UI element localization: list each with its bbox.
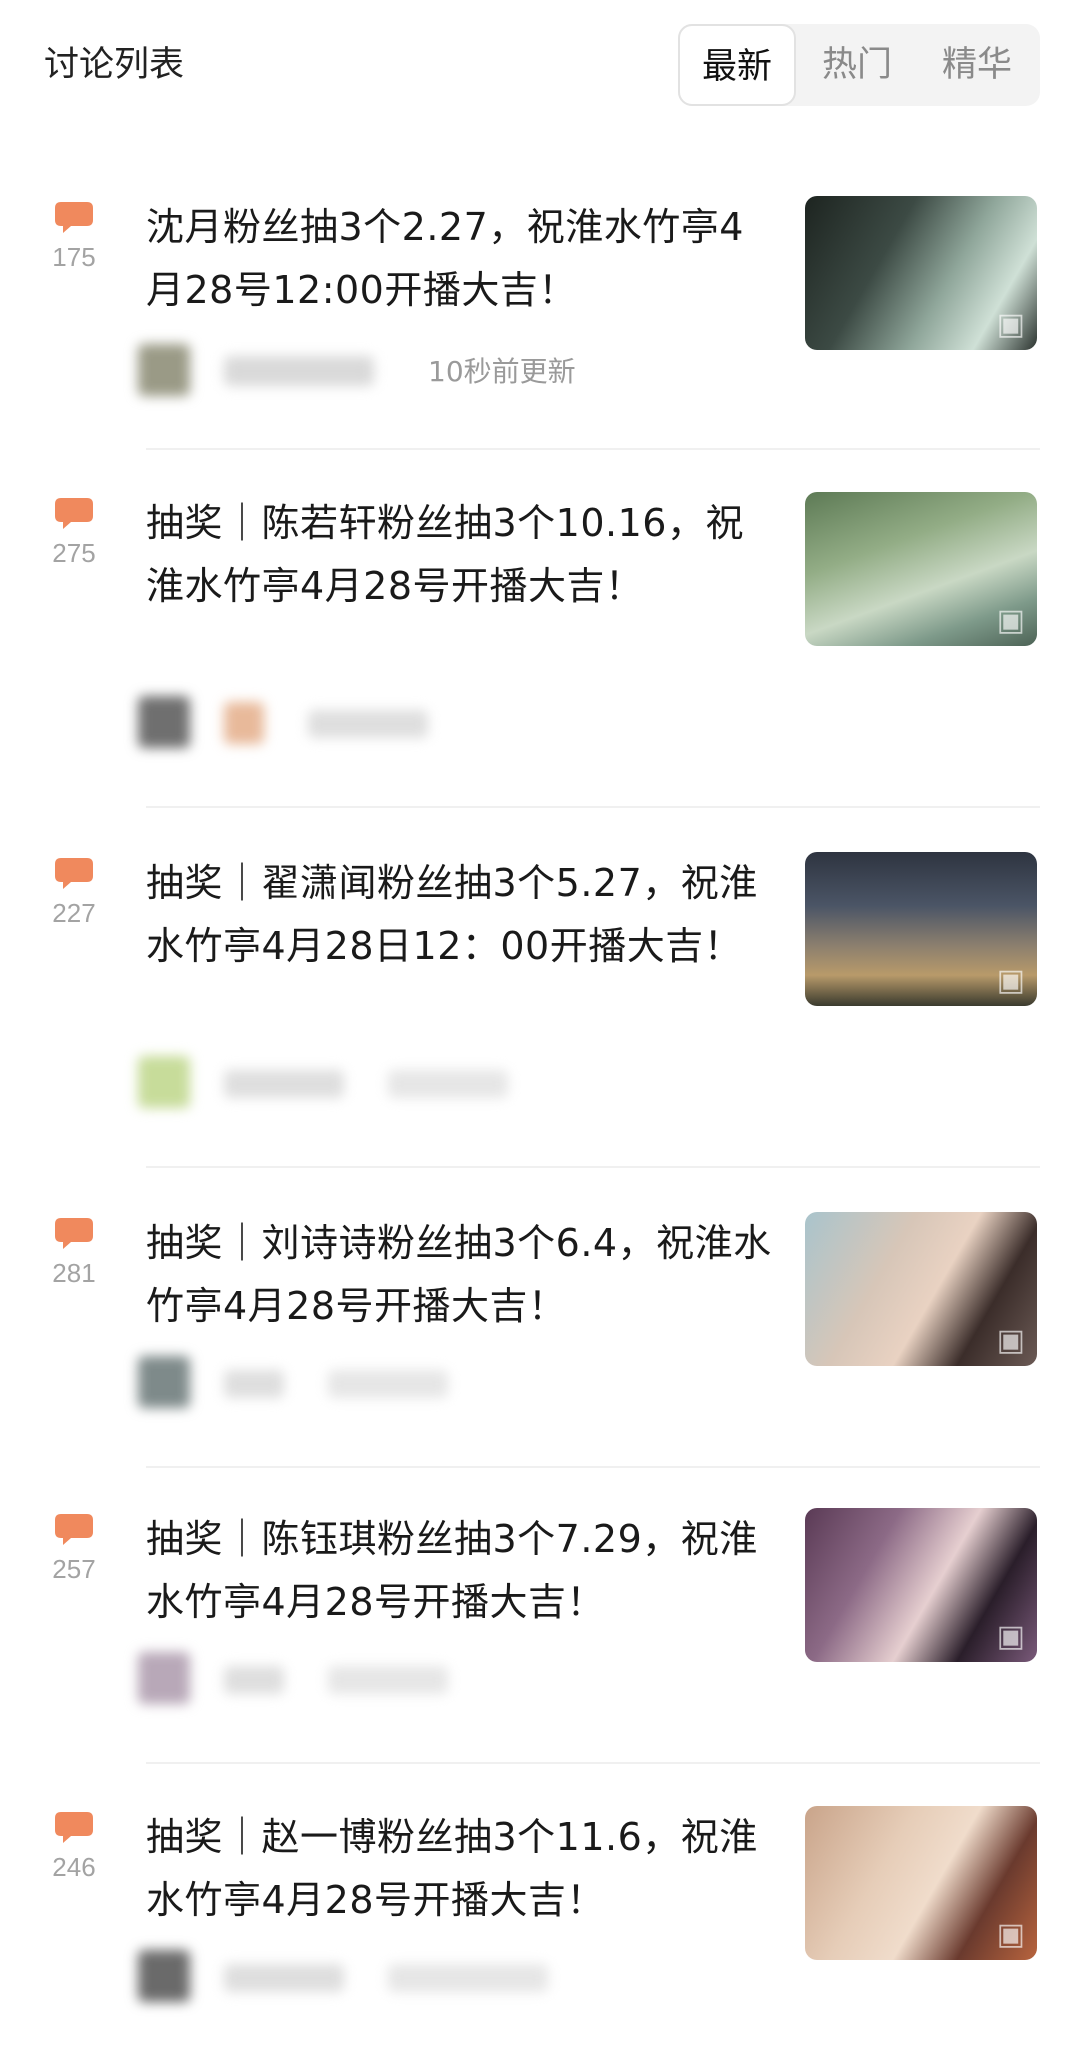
post-thumbnail[interactable]: ▣ [805, 1806, 1037, 1960]
comment-bubble-icon [55, 1218, 93, 1249]
post-meta: 10秒前更新 [138, 340, 738, 404]
avatar [138, 344, 190, 396]
divider [146, 806, 1040, 808]
post-title[interactable]: 沈月粉丝抽3个2.27，祝淮水竹亭4月28号12:00开播大吉！ [146, 196, 776, 322]
username-blurred [224, 1666, 284, 1694]
post-thumbnail[interactable]: ▣ [805, 1212, 1037, 1366]
comment-bubble-icon [55, 1514, 93, 1545]
tab-latest[interactable]: 最新 [678, 24, 796, 106]
comment-count: 227 [44, 858, 104, 929]
username-blurred [224, 1070, 344, 1098]
comment-count-value: 275 [52, 538, 96, 568]
username-blurred [328, 1370, 448, 1398]
divider [146, 1762, 1040, 1764]
page-title: 讨论列表 [44, 45, 185, 85]
username-blurred [224, 356, 374, 386]
image-icon: ▣ [996, 1323, 1025, 1358]
username-blurred [308, 710, 428, 738]
comment-bubble-icon [55, 498, 93, 529]
comment-count: 246 [44, 1812, 104, 1883]
post-title[interactable]: 抽奖｜翟潇闻粉丝抽3个5.27，祝淮水竹亭4月28日12：00开播大吉！ [146, 852, 776, 978]
comment-bubble-icon [55, 202, 93, 233]
comment-count-value: 257 [52, 1554, 96, 1584]
username-blurred [388, 1070, 508, 1098]
update-time: 10秒前更新 [428, 355, 576, 388]
avatar [138, 1056, 190, 1108]
list-item[interactable]: 246 抽奖｜赵一博粉丝抽3个11.6，祝淮水竹亭4月28号开播大吉！ ▣ [0, 1770, 1080, 2066]
post-title[interactable]: 抽奖｜陈若轩粉丝抽3个10.16，祝淮水竹亭4月28号开播大吉！ [146, 492, 776, 618]
comment-count-value: 227 [52, 898, 96, 928]
avatar [138, 1356, 190, 1408]
comment-count: 175 [44, 202, 104, 273]
avatar [224, 702, 264, 744]
list-item[interactable]: 275 抽奖｜陈若轩粉丝抽3个10.16，祝淮水竹亭4月28号开播大吉！ ▣ [0, 456, 1080, 816]
comment-count: 257 [44, 1514, 104, 1585]
divider [146, 1166, 1040, 1168]
tab-hot[interactable]: 热门 [798, 24, 916, 106]
comment-count-value: 281 [52, 1258, 96, 1288]
comment-bubble-icon [55, 1812, 93, 1843]
divider [146, 1466, 1040, 1468]
image-icon: ▣ [996, 1917, 1025, 1952]
post-title[interactable]: 抽奖｜刘诗诗粉丝抽3个6.4，祝淮水竹亭4月28号开播大吉！ [146, 1212, 776, 1338]
header: 讨论列表 最新 热门 精华 [0, 0, 1080, 130]
username-blurred [224, 1370, 284, 1398]
comment-bubble-icon [55, 858, 93, 889]
post-thumbnail[interactable]: ▣ [805, 1508, 1037, 1662]
avatar [138, 1652, 190, 1704]
avatar [138, 696, 190, 748]
image-icon: ▣ [996, 1619, 1025, 1654]
avatar [138, 1950, 190, 2002]
image-icon: ▣ [996, 307, 1025, 342]
post-meta [138, 1352, 738, 1416]
post-meta [138, 692, 738, 756]
post-title[interactable]: 抽奖｜陈钰琪粉丝抽3个7.29，祝淮水竹亭4月28号开播大吉！ [146, 1508, 776, 1634]
post-thumbnail[interactable]: ▣ [805, 852, 1037, 1006]
divider [146, 448, 1040, 450]
post-meta [138, 1946, 738, 2010]
post-thumbnail[interactable]: ▣ [805, 492, 1037, 646]
image-icon: ▣ [996, 963, 1025, 998]
comment-count: 275 [44, 498, 104, 569]
username-blurred [328, 1666, 448, 1694]
tab-featured[interactable]: 精华 [918, 24, 1036, 106]
list-item[interactable]: 227 抽奖｜翟潇闻粉丝抽3个5.27，祝淮水竹亭4月28日12：00开播大吉！… [0, 816, 1080, 1176]
post-meta [138, 1648, 738, 1712]
post-thumbnail[interactable]: ▣ [805, 196, 1037, 350]
image-icon: ▣ [996, 603, 1025, 638]
post-title[interactable]: 抽奖｜赵一博粉丝抽3个11.6，祝淮水竹亭4月28号开播大吉！ [146, 1806, 776, 1932]
comment-count-value: 175 [52, 242, 96, 272]
comment-count: 281 [44, 1218, 104, 1289]
username-blurred [388, 1964, 548, 1992]
sort-tabs: 最新 热门 精华 [678, 24, 1040, 106]
comment-count-value: 246 [52, 1852, 96, 1882]
post-meta [138, 1052, 738, 1116]
username-blurred [224, 1964, 344, 1992]
